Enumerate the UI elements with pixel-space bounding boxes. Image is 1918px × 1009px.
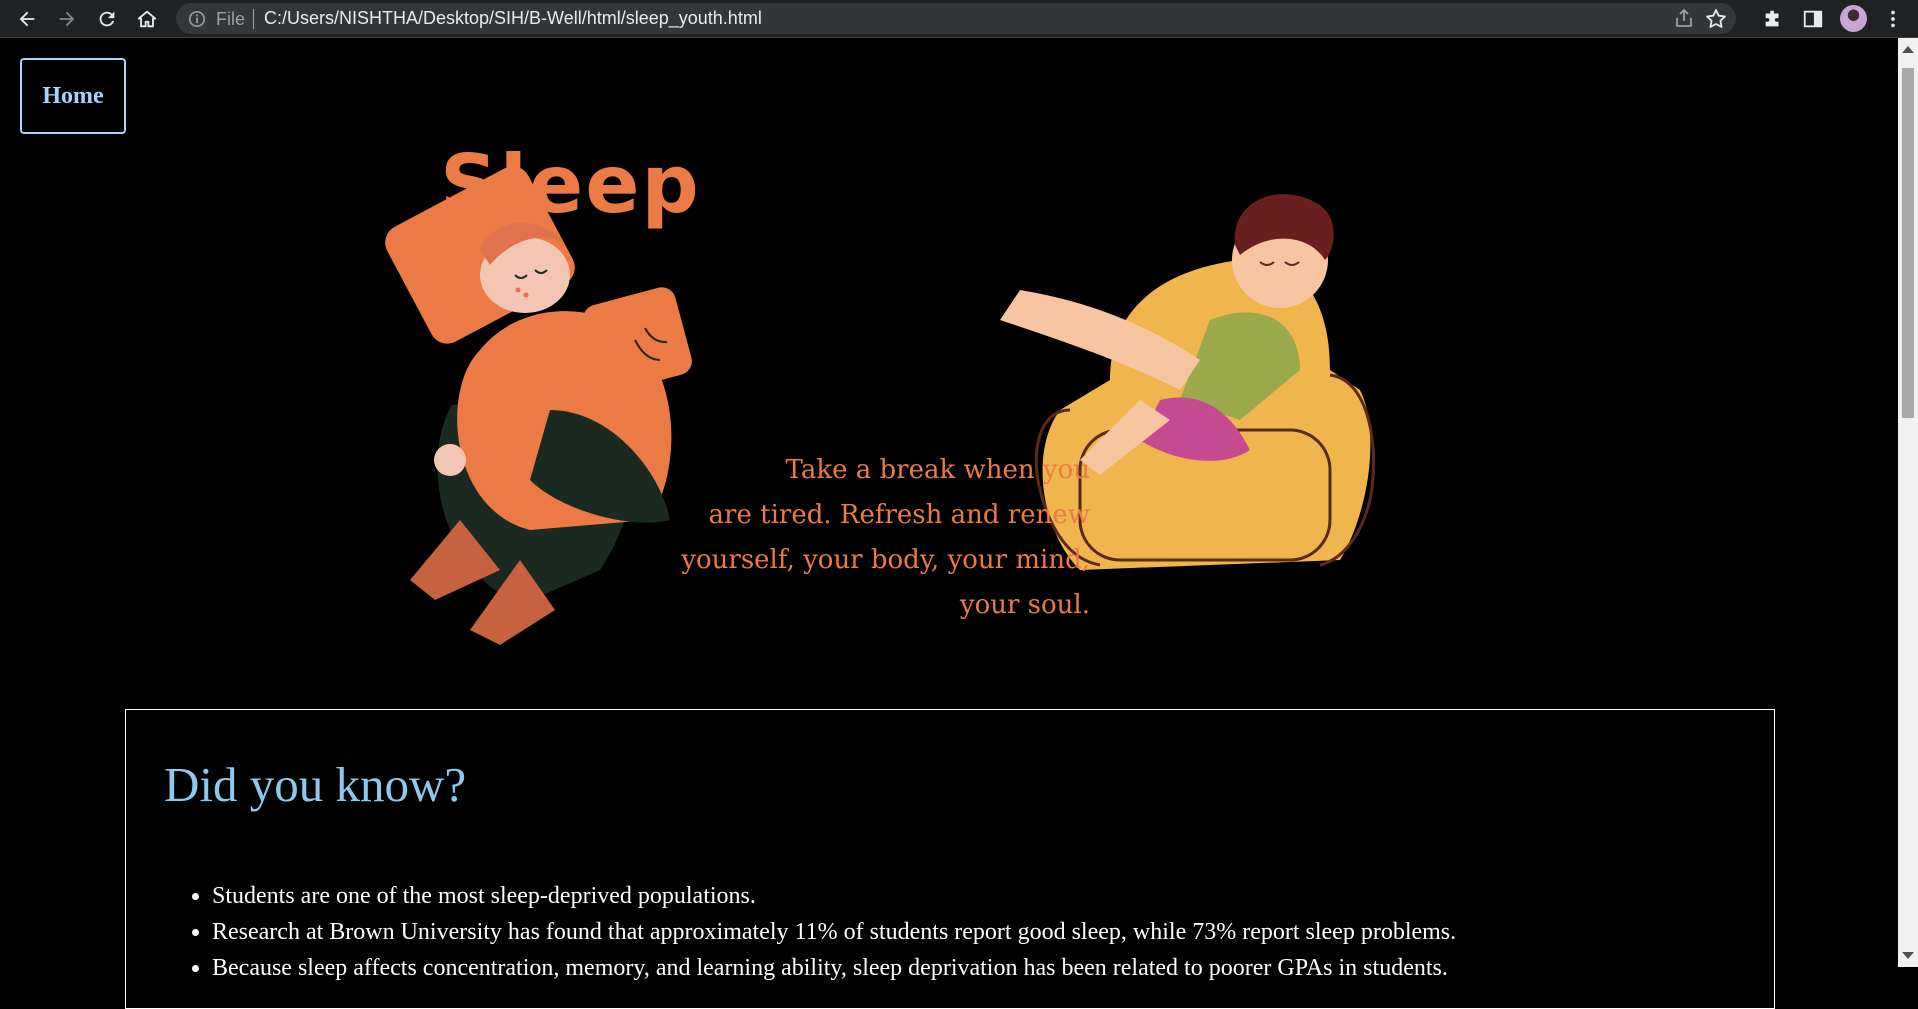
hero-title: Sleep [440, 138, 701, 231]
scrollbar-thumb[interactable] [1902, 68, 1914, 418]
info-icon[interactable] [188, 10, 206, 28]
list-item: Students are one of the most sleep-depri… [212, 878, 1456, 914]
avatar[interactable] [1840, 5, 1867, 32]
menu-icon[interactable] [1878, 4, 1908, 34]
reload-icon[interactable] [90, 2, 124, 36]
section-heading: Did you know? [164, 757, 467, 812]
side-panel-icon[interactable] [1798, 4, 1828, 34]
home-icon[interactable] [130, 2, 164, 36]
forward-icon[interactable] [50, 2, 84, 36]
did-you-know-section: Did you know? Students are one of the mo… [125, 709, 1775, 1009]
url-divider [253, 9, 254, 29]
address-bar[interactable]: File C:/Users/NISHTHA/Desktop/SIH/B-Well… [176, 3, 1736, 34]
home-button[interactable]: Home [20, 58, 126, 134]
facts-list: Students are one of the most sleep-depri… [176, 878, 1456, 986]
scroll-down-icon[interactable] [1902, 952, 1914, 959]
share-icon[interactable] [1672, 7, 1696, 31]
star-icon[interactable] [1704, 7, 1728, 31]
list-item: Research at Brown University has found t… [212, 914, 1456, 950]
url-text[interactable]: C:/Users/NISHTHA/Desktop/SIH/B-Well/html… [264, 8, 762, 29]
extensions-icon[interactable] [1758, 4, 1788, 34]
scroll-up-icon[interactable] [1902, 46, 1914, 53]
url-scheme-label: File [216, 9, 246, 29]
vertical-scrollbar[interactable] [1898, 38, 1918, 967]
tagline-line: your soul. [959, 590, 1090, 620]
tagline-line: Take a break when you [785, 455, 1090, 485]
browser-toolbar: File C:/Users/NISHTHA/Desktop/SIH/B-Well… [0, 0, 1918, 38]
back-icon[interactable] [10, 2, 44, 36]
tagline-line: are tired. Refresh and renew [708, 500, 1090, 530]
hero-tagline: Take a break when you are tired. Refresh… [620, 448, 1090, 628]
tagline-line: yourself, your body, your mind, [681, 545, 1090, 575]
list-item: Because sleep affects concentration, mem… [212, 950, 1456, 986]
